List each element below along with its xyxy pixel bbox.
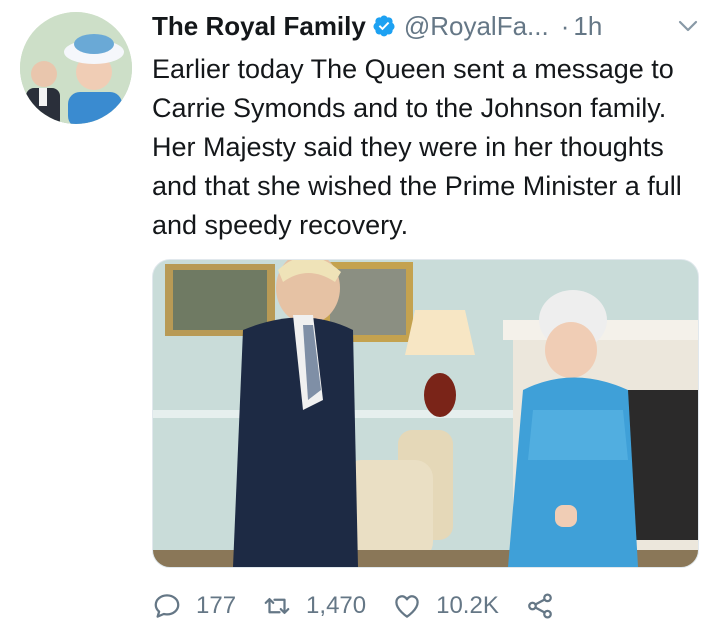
verified-badge-icon [373,15,395,37]
reply-count: 177 [196,592,237,619]
like-button[interactable]: 10.2K [392,591,499,621]
user-handle[interactable]: @RoyalFa... [404,11,549,42]
photo-illustration [153,260,698,567]
share-button[interactable] [525,591,555,621]
chevron-down-icon[interactable] [676,14,700,38]
tweet-actions: 177 1,470 10.2K [152,584,697,628]
tweet-photo[interactable] [152,259,699,568]
like-count: 10.2K [436,592,499,619]
retweet-icon [264,598,290,614]
retweet-count: 1,470 [306,592,367,619]
tweet-text: Earlier today The Queen sent a message t… [152,54,682,240]
avatar[interactable] [20,12,132,124]
reply-icon [154,594,180,618]
avatar-photo [20,12,132,124]
reply-button[interactable]: 177 [152,591,236,621]
retweet-button[interactable]: 1,470 [262,591,366,621]
tweet-timestamp[interactable]: 1h [573,11,602,42]
heart-icon [395,595,419,618]
tweet-header: The Royal Family @RoyalFa... · 1h [152,6,700,46]
separator-dot: · [560,10,570,41]
share-icon [527,593,552,619]
display-name[interactable]: The Royal Family [152,11,366,42]
